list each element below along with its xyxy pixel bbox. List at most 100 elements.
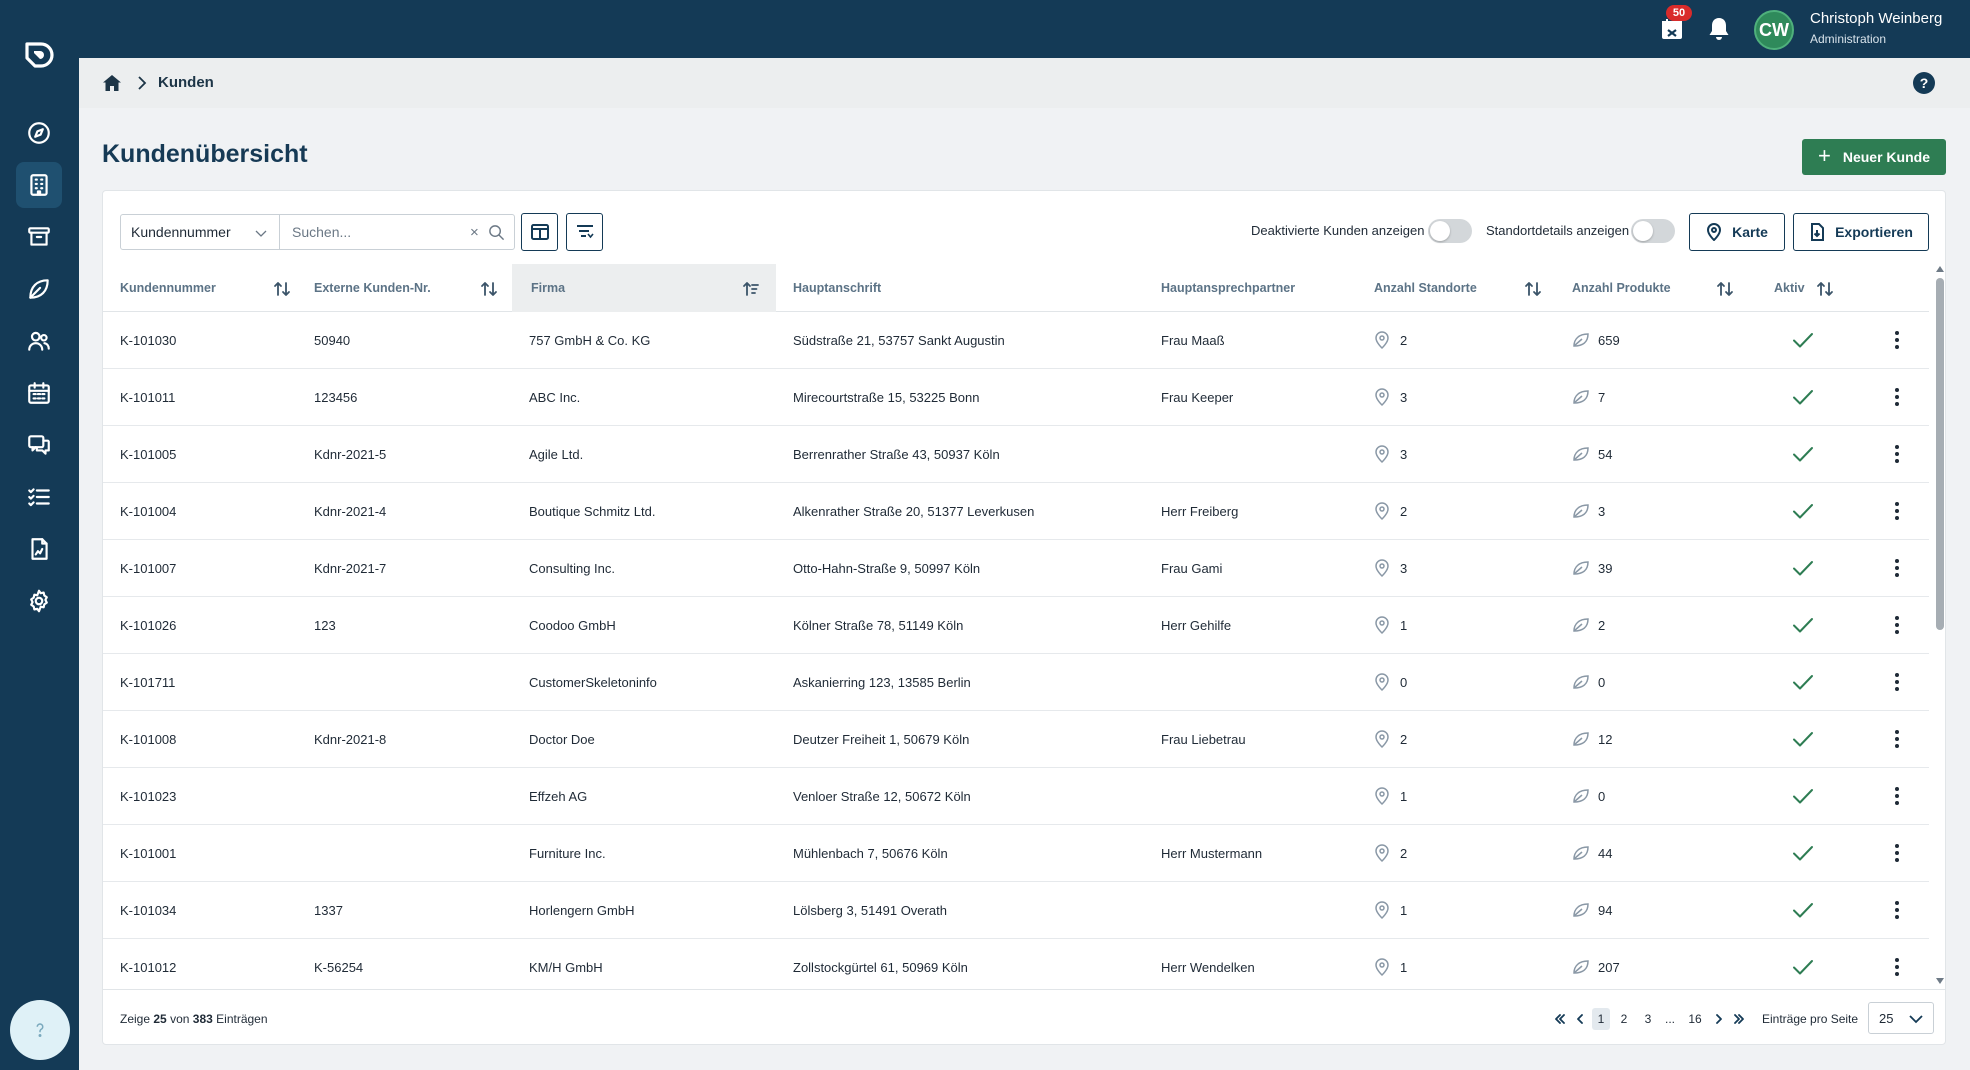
row-actions-kebab-icon[interactable] — [1885, 841, 1909, 865]
nav-archive-box-icon[interactable] — [16, 214, 62, 260]
nav-customers-building-icon[interactable] — [16, 162, 62, 208]
column-settings-button[interactable] — [521, 213, 558, 251]
table-row[interactable]: K-101008 Kdnr-2021-8 Doctor Doe Deutzer Fre… — [103, 711, 1929, 768]
header-external-number[interactable]: Externe Kunden-Nr. — [314, 264, 514, 312]
header-locations[interactable]: Anzahl Standorte — [1374, 264, 1564, 312]
cell-customer-number[interactable]: K-101026 — [120, 597, 176, 653]
cell-customer-number[interactable]: K-101030 — [120, 312, 176, 368]
next-page-icon[interactable] — [1712, 1008, 1726, 1030]
nav-compass-icon[interactable] — [16, 110, 62, 156]
search-field-select[interactable]: Kundennummer — [120, 214, 280, 250]
sort-icon[interactable] — [1716, 280, 1734, 298]
cell-customer-number[interactable]: K-101011 — [120, 369, 175, 425]
scroll-down-arrow-icon[interactable] — [1936, 978, 1944, 984]
cell-customer-number[interactable]: K-101711 — [120, 654, 175, 710]
table-scrollbar[interactable] — [1935, 264, 1945, 986]
app-logo-icon[interactable] — [22, 38, 56, 72]
cell-company[interactable]: Boutique Schmitz Ltd. — [529, 483, 655, 539]
nav-task-list-icon[interactable] — [16, 474, 62, 520]
table-row[interactable]: K-101004 Kdnr-2021-4 Boutique Schmitz Ltd.… — [103, 483, 1929, 540]
cell-company[interactable]: Furniture Inc. — [529, 825, 606, 881]
sort-icon[interactable] — [480, 280, 498, 298]
page-button-16[interactable]: 16 — [1683, 1008, 1707, 1030]
nav-chat-icon[interactable] — [16, 422, 62, 468]
export-button[interactable]: Exportieren — [1793, 213, 1929, 251]
help-center-button[interactable] — [10, 1000, 70, 1060]
cell-company[interactable]: Coodoo GmbH — [529, 597, 616, 653]
sort-icon[interactable] — [1816, 280, 1834, 298]
cell-customer-number[interactable]: K-101008 — [120, 711, 176, 767]
row-actions-kebab-icon[interactable] — [1885, 556, 1909, 580]
cell-company[interactable]: Effzeh AG — [529, 768, 587, 824]
table-row[interactable]: K-101005 Kdnr-2021-5 Agile Ltd. Berrenrathe… — [103, 426, 1929, 483]
table-row[interactable]: K-101023 Effzeh AG Venloer Straße 12, 5067… — [103, 768, 1929, 825]
table-row[interactable]: K-101030 50940 757 GmbH & Co. KG Südstraße … — [103, 312, 1929, 369]
search-input[interactable] — [280, 215, 450, 249]
user-avatar[interactable]: CW — [1754, 10, 1794, 50]
last-page-icon[interactable] — [1731, 1008, 1747, 1030]
cell-company[interactable]: Agile Ltd. — [529, 426, 583, 482]
cell-customer-number[interactable]: K-101012 — [120, 939, 176, 986]
table-row[interactable]: K-101011 123456 ABC Inc. Mirecourtstraße 15… — [103, 369, 1929, 426]
header-customer-number[interactable]: Kundennummer — [120, 264, 290, 312]
cell-customer-number[interactable]: K-101005 — [120, 426, 176, 482]
header-active[interactable]: Aktiv — [1774, 264, 1854, 312]
bell-icon[interactable] — [1706, 15, 1732, 43]
sort-icon[interactable] — [1524, 280, 1542, 298]
show-location-details-toggle[interactable] — [1631, 219, 1675, 243]
cell-company[interactable]: Horlengern GmbH — [529, 882, 635, 938]
cell-company[interactable]: 757 GmbH & Co. KG — [529, 312, 650, 368]
nav-report-document-icon[interactable] — [16, 526, 62, 572]
row-actions-kebab-icon[interactable] — [1885, 385, 1909, 409]
show-deactivated-toggle[interactable] — [1428, 219, 1472, 243]
row-actions-kebab-icon[interactable] — [1885, 328, 1909, 352]
table-row[interactable]: K-101012 K-56254 KM/H GmbH Zollstockgürtel … — [103, 939, 1929, 986]
row-actions-kebab-icon[interactable] — [1885, 955, 1909, 979]
table-row[interactable]: K-101001 Furniture Inc. Mühlenbach 7, 5067… — [103, 825, 1929, 882]
row-actions-kebab-icon[interactable] — [1885, 727, 1909, 751]
cell-customer-number[interactable]: K-101007 — [120, 540, 176, 596]
new-customer-button[interactable]: + Neuer Kunde — [1802, 139, 1946, 175]
nav-leaf-icon[interactable] — [16, 266, 62, 312]
row-actions-kebab-icon[interactable] — [1885, 613, 1909, 637]
page-button-3[interactable]: 3 — [1639, 1008, 1657, 1030]
row-actions-kebab-icon[interactable] — [1885, 442, 1909, 466]
table-row[interactable]: K-101711 CustomerSkeletoninfo Askanierring… — [103, 654, 1929, 711]
table-row[interactable]: K-101007 Kdnr-2021-7 Consulting Inc. Otto-H… — [103, 540, 1929, 597]
home-icon[interactable] — [101, 72, 123, 94]
cell-company[interactable]: KM/H GmbH — [529, 939, 603, 986]
page-button-2[interactable]: 2 — [1615, 1008, 1633, 1030]
user-name[interactable]: Christoph Weinberg — [1810, 10, 1942, 27]
cell-customer-number[interactable]: K-101004 — [120, 483, 176, 539]
previous-page-icon[interactable] — [1573, 1008, 1587, 1030]
row-actions-kebab-icon[interactable] — [1885, 670, 1909, 694]
breadcrumb-current[interactable]: Kunden — [158, 74, 214, 91]
row-actions-kebab-icon[interactable] — [1885, 898, 1909, 922]
table-row[interactable]: K-101034 1337 Horlengern GmbH Lölsberg 3, 5… — [103, 882, 1929, 939]
cell-company[interactable]: ABC Inc. — [529, 369, 580, 425]
search-icon[interactable] — [488, 224, 505, 241]
nav-calendar-icon[interactable] — [16, 370, 62, 416]
nav-users-icon[interactable] — [16, 318, 62, 364]
sort-icon[interactable] — [273, 280, 291, 298]
per-page-select[interactable]: 25 — [1868, 1002, 1934, 1034]
scroll-up-arrow-icon[interactable] — [1936, 266, 1944, 272]
filter-settings-button[interactable] — [566, 213, 603, 251]
page-button-1[interactable]: 1 — [1592, 1008, 1610, 1030]
cell-company[interactable]: Consulting Inc. — [529, 540, 615, 596]
table-row[interactable]: K-101026 123 Coodoo GmbH Kölner Straße 78, … — [103, 597, 1929, 654]
clear-search-icon[interactable]: × — [470, 224, 479, 241]
sort-ascending-icon[interactable] — [742, 280, 760, 298]
cell-customer-number[interactable]: K-101001 — [120, 825, 176, 881]
nav-settings-gear-icon[interactable] — [16, 578, 62, 624]
map-button[interactable]: Karte — [1689, 213, 1785, 251]
help-question-icon[interactable]: ? — [1913, 72, 1935, 94]
cell-customer-number[interactable]: K-101023 — [120, 768, 176, 824]
scrollbar-thumb[interactable] — [1936, 278, 1944, 630]
cell-customer-number[interactable]: K-101034 — [120, 882, 176, 938]
row-actions-kebab-icon[interactable] — [1885, 499, 1909, 523]
first-page-icon[interactable] — [1552, 1008, 1568, 1030]
cell-company[interactable]: Doctor Doe — [529, 711, 595, 767]
cell-company[interactable]: CustomerSkeletoninfo — [529, 654, 657, 710]
row-actions-kebab-icon[interactable] — [1885, 784, 1909, 808]
